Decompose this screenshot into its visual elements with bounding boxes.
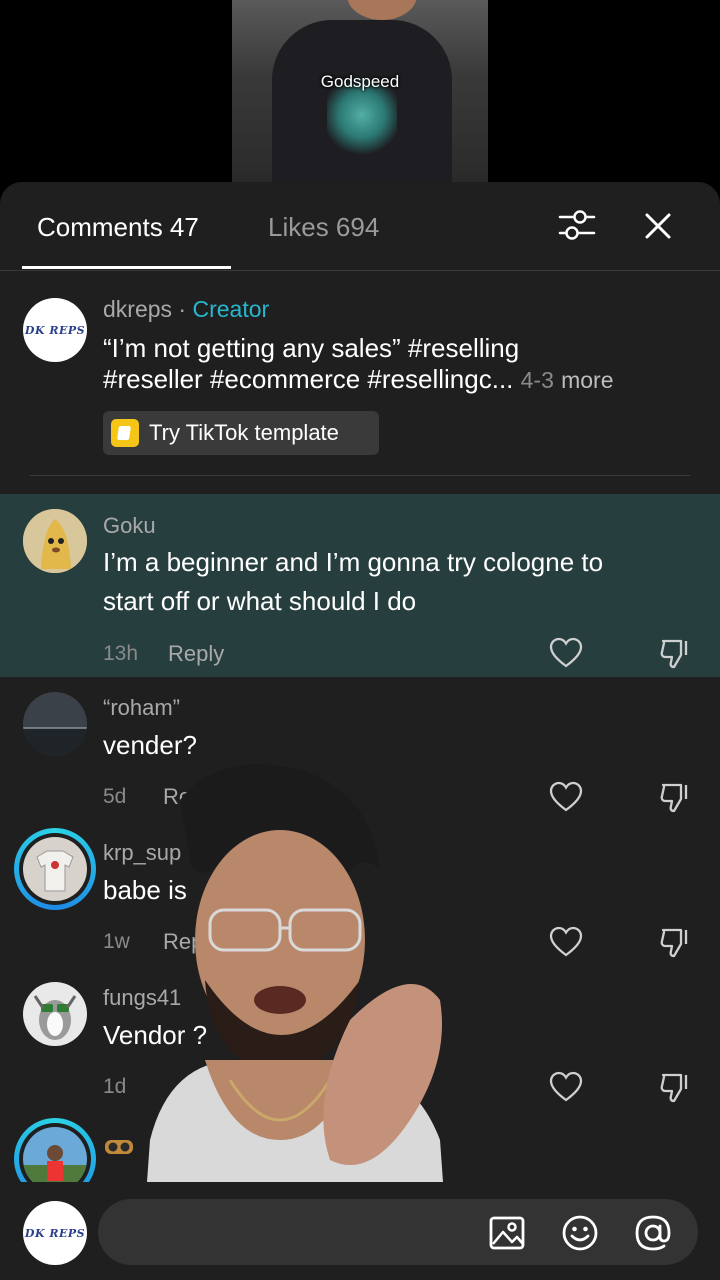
reply-button[interactable]: Reply [163, 784, 219, 810]
video-background[interactable]: Godspeed [0, 0, 720, 190]
comment-text: babe is [103, 875, 187, 905]
creator-avatar-logo: DK REPS [24, 323, 86, 337]
comment-input[interactable] [98, 1199, 698, 1265]
comment-username[interactable]: Goku [103, 513, 156, 539]
more-button[interactable]: more [561, 367, 613, 393]
dislike-icon[interactable] [659, 637, 693, 669]
comment-item: fungs41 Vendor ? 1d [0, 967, 720, 1112]
try-template-button[interactable]: Try TikTok template [103, 411, 379, 455]
comment-username[interactable]: “roham” [103, 695, 180, 721]
creator-username-line: dkreps · Creator [103, 296, 269, 323]
roham-avatar-icon [23, 692, 87, 756]
avatar-inner [19, 1123, 91, 1182]
story-ring[interactable] [14, 828, 96, 910]
comment-text: vender? [103, 730, 197, 760]
creator-avatar[interactable]: DK REPS [23, 298, 87, 362]
creator-username[interactable]: dkreps [103, 296, 172, 322]
dislike-icon[interactable] [659, 781, 693, 813]
comment-item: “roham” vender? 5d Reply [0, 677, 720, 822]
mention-icon[interactable] [634, 1214, 672, 1252]
template-icon [111, 419, 139, 447]
comment-item [0, 1112, 720, 1182]
comment-time: 13h [103, 642, 139, 665]
reply-button[interactable]: Reply [168, 641, 224, 667]
comment-avatar[interactable] [23, 982, 87, 1046]
comment-text: Vendor ? [103, 1020, 208, 1050]
comment-item: krp_sup babe is 1w Rep [0, 822, 720, 967]
goggles-emoji-icon [105, 1140, 133, 1154]
comment-time: 5d [103, 785, 127, 808]
comment-time: 1d [103, 1075, 127, 1098]
story-ring[interactable] [14, 1118, 96, 1182]
dislike-icon[interactable] [659, 926, 693, 958]
creator-post-date: 4-3 [520, 367, 554, 393]
comment-input-bar: DK REPS [0, 1182, 720, 1280]
creator-caption-line2: #reseller #ecommerce #resellingc... 4-3 … [103, 364, 614, 395]
username-separator: · [172, 296, 193, 322]
goku-avatar-icon [23, 509, 87, 573]
comment-avatar[interactable] [23, 509, 87, 573]
dislike-icon[interactable] [659, 1071, 693, 1103]
lemur-avatar-icon [23, 982, 87, 1046]
reply-button[interactable]: Rep [163, 929, 203, 955]
my-avatar[interactable]: DK REPS [23, 1201, 87, 1265]
comment-text-line1: I’m a beginner and I’m gonna try cologne… [103, 547, 604, 577]
heart-icon[interactable] [549, 781, 583, 813]
emoji-icon[interactable] [561, 1214, 599, 1252]
heart-icon[interactable] [549, 1071, 583, 1103]
template-label: Try TikTok template [149, 420, 339, 445]
krp-avatar-icon [23, 837, 87, 901]
creator-caption-line1: “I’m not getting any sales” #reselling [103, 333, 520, 363]
comment-time: 1w [103, 930, 130, 953]
comment-username[interactable]: fungs41 [103, 985, 181, 1011]
creator-badge: Creator [192, 296, 270, 322]
comments-sheet: Comments 47 Likes 694 DK REPS dkreps · C… [0, 182, 720, 1280]
video-caption: Godspeed [320, 72, 400, 91]
comment-text-line2: start off or what should I do [103, 586, 417, 616]
video-person-shirt [272, 20, 452, 182]
comment-avatar[interactable] [23, 692, 87, 756]
creator-caption-hashtags: #reseller #ecommerce #resellingc... [103, 364, 514, 394]
heart-icon[interactable] [549, 637, 583, 669]
comment-username[interactable]: krp_sup [103, 840, 181, 866]
image-icon[interactable] [488, 1214, 526, 1252]
user-avatar-icon [23, 1127, 87, 1182]
comment-item: Goku I’m a beginner and I’m gonna try co… [0, 494, 720, 677]
video-person-head [347, 0, 417, 20]
heart-icon[interactable] [549, 926, 583, 958]
my-avatar-logo: DK REPS [24, 1226, 86, 1240]
avatar-inner [19, 833, 91, 905]
divider [30, 475, 690, 476]
